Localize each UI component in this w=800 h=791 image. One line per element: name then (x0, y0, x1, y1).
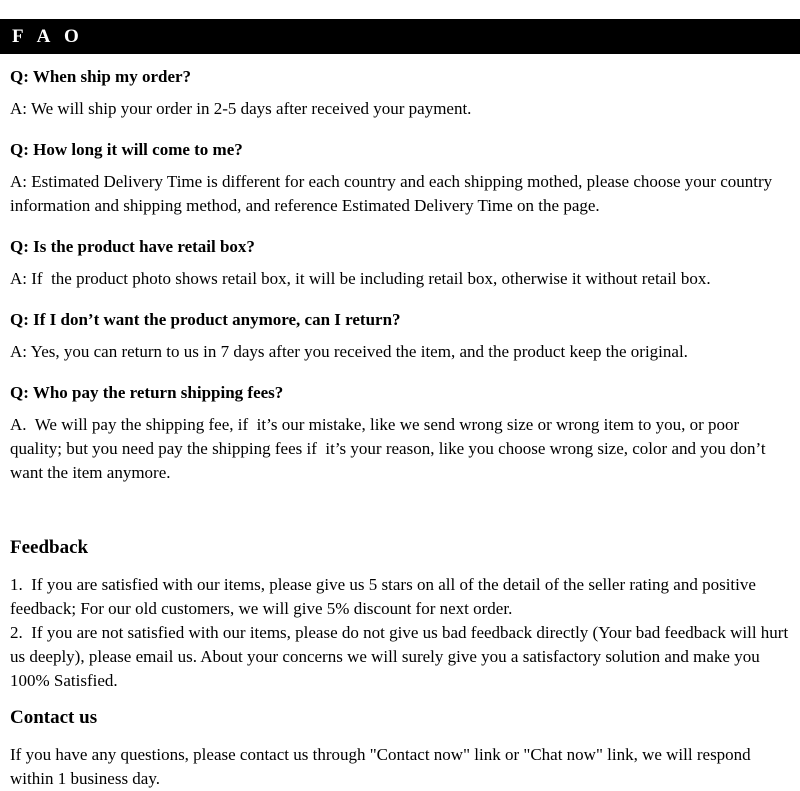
faq-item-2: Q: How long it will come to me? A: Estim… (10, 139, 792, 218)
page-title: F A O (12, 26, 84, 47)
faq-question: Q: If I don’t want the product anymore, … (10, 310, 401, 329)
feedback-item-1: 1. If you are satisfied with our items, … (10, 575, 761, 618)
page-header-bar: F A O (0, 19, 800, 54)
faq-question: Q: How long it will come to me? (10, 140, 243, 159)
faq-item-3: Q: Is the product have retail box? A: If… (10, 236, 792, 291)
faq-item-4: Q: If I don’t want the product anymore, … (10, 309, 792, 364)
faq-item-1: Q: When ship my order? A: We will ship y… (10, 66, 792, 121)
faq-answer: A: We will ship your order in 2-5 days a… (10, 99, 472, 118)
faq-question: Q: Is the product have retail box? (10, 237, 255, 256)
faq-answer: A: If the product photo shows retail box… (10, 269, 711, 288)
contact-heading: Contact us (10, 707, 98, 728)
faq-answer: A. We will pay the shipping fee, if it’s… (10, 415, 770, 482)
faq-item-5: Q: Who pay the return shipping fees? A. … (10, 382, 792, 485)
faq-answer: A: Yes, you can return to us in 7 days a… (10, 342, 688, 361)
contact-body: If you have any questions, please contac… (10, 745, 755, 788)
feedback-heading: Feedback (10, 537, 89, 558)
faq-content: Q: When ship my order? A: We will ship y… (10, 66, 792, 791)
feedback-section: Feedback 1. If you are satisfied with ou… (10, 537, 792, 693)
contact-section: Contact us If you have any questions, pl… (10, 707, 792, 791)
faq-question: Q: Who pay the return shipping fees? (10, 383, 284, 402)
faq-question: Q: When ship my order? (10, 67, 192, 86)
faq-answer: A: Estimated Delivery Time is different … (10, 172, 777, 215)
feedback-item-2: 2. If you are not satisfied with our ite… (10, 623, 793, 690)
faq-page: F A O Q: When ship my order? A: We will … (0, 0, 800, 788)
